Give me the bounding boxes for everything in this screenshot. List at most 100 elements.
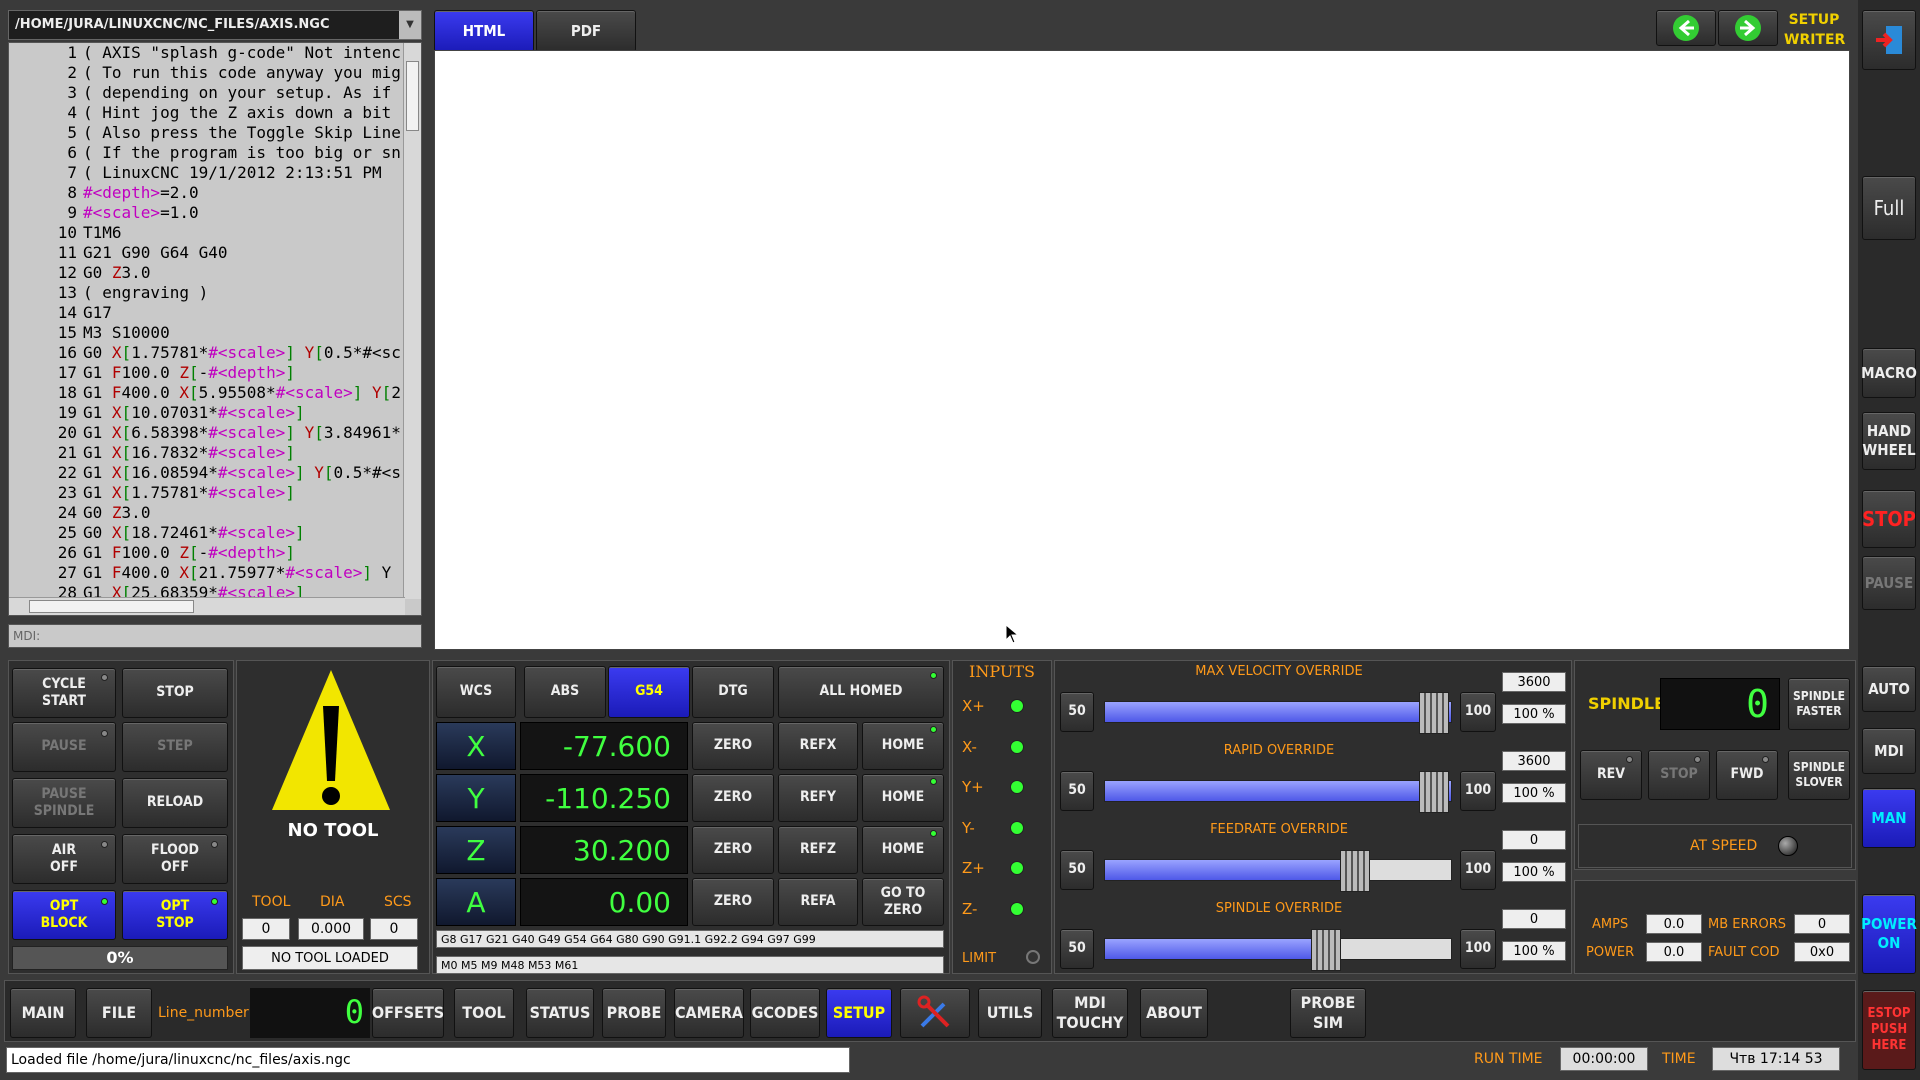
tab-main[interactable]: MAIN	[10, 988, 76, 1038]
stop-button[interactable]: STOP	[122, 668, 228, 718]
spindle-faster-button[interactable]: SPINDLE FASTER	[1788, 678, 1850, 730]
flood-led	[211, 841, 218, 848]
tab-pdf[interactable]: PDF	[536, 10, 636, 52]
macro-button[interactable]: MACRO	[1861, 348, 1917, 398]
override-slider[interactable]	[1104, 850, 1452, 892]
input-label: X+	[962, 697, 985, 715]
override-slider[interactable]	[1104, 929, 1452, 971]
tab-main-label: MAIN	[21, 1003, 65, 1022]
tab-html[interactable]: HTML	[434, 10, 534, 52]
line-number: 16	[57, 343, 77, 362]
tab-gcodes[interactable]: GCODES	[750, 988, 820, 1038]
override-max-button[interactable]: 100	[1460, 850, 1496, 890]
code-line: 8 #<depth>=2.0	[9, 183, 404, 203]
reload-button[interactable]: RELOAD	[122, 778, 228, 828]
override-min-button[interactable]: 50	[1060, 771, 1094, 811]
tab-utils[interactable]: UTILS	[978, 988, 1042, 1038]
axis-a-zero-button[interactable]: ZERO	[692, 878, 774, 926]
slider-handle[interactable]	[1310, 929, 1341, 971]
slider-handle[interactable]	[1419, 692, 1449, 734]
code-text: ( If the program is too big or sn	[83, 143, 401, 162]
mdi-label: MDI:	[13, 629, 41, 643]
power-value: 0.0	[1663, 944, 1685, 960]
override-max-button[interactable]: 100	[1460, 771, 1496, 811]
wcs-button[interactable]: WCS	[436, 666, 516, 718]
line-number: 22	[57, 463, 77, 482]
pause-button[interactable]: PAUSE	[12, 722, 116, 772]
line-number: 21	[57, 443, 77, 462]
opt-block-button[interactable]: OPT BLOCK	[12, 890, 116, 940]
line-number: 6	[67, 143, 77, 162]
slider-handle[interactable]	[1339, 850, 1370, 892]
axis-y-label-text: Y	[467, 781, 485, 815]
override-slider[interactable]	[1104, 771, 1452, 813]
override-min-button[interactable]: 50	[1060, 929, 1094, 969]
html-view[interactable]	[434, 50, 1850, 650]
forward-button[interactable]	[1718, 10, 1778, 46]
axis-y-ref-button[interactable]: REFY	[778, 774, 858, 822]
axis-z-zero-button[interactable]: ZERO	[692, 826, 774, 874]
pause-button-right[interactable]: PAUSE	[1862, 556, 1916, 610]
axis-a-home-button[interactable]: GO TO ZERO	[862, 878, 944, 926]
override-percent: 100 %	[1502, 941, 1566, 961]
man-button[interactable]: MAN	[1862, 788, 1916, 848]
override-min-button[interactable]: 50	[1060, 850, 1094, 890]
abs-button[interactable]: ABS	[524, 666, 606, 718]
tab-mdi-touchy-label: MDI TOUCHY	[1056, 993, 1124, 1032]
override-min-button[interactable]: 50	[1060, 692, 1094, 732]
tab-probe[interactable]: PROBE	[602, 988, 666, 1038]
hand-wheel-button[interactable]: HAND WHEEL	[1862, 412, 1916, 470]
tab-file[interactable]: FILE	[86, 988, 152, 1038]
override-percent: 100 %	[1502, 704, 1566, 724]
chevron-down-icon[interactable]: ▼	[399, 11, 421, 39]
run-time-value: 00:00:00	[1572, 1051, 1636, 1067]
full-button[interactable]: Full	[1862, 176, 1916, 240]
gcode-editor[interactable]: 1 ( AXIS "splash g-code" Not intenc 2 ( To …	[8, 42, 422, 616]
tab-setup[interactable]: SETUP	[826, 988, 892, 1038]
line-number: 28	[57, 583, 77, 597]
estop-button[interactable]: ESTOP PUSH HERE	[1862, 990, 1916, 1070]
line-number: 26	[57, 543, 77, 562]
pause-spindle-button[interactable]: PAUSE SPINDLE	[12, 778, 116, 828]
back-button[interactable]	[1656, 10, 1716, 46]
mdi-input[interactable]: MDI:	[8, 624, 422, 648]
step-button[interactable]: STEP	[122, 722, 228, 772]
stop-button-right[interactable]: STOP	[1862, 490, 1916, 548]
all-homed-button[interactable]: ALL HOMED	[778, 666, 944, 718]
tab-status-label: STATUS	[529, 1003, 591, 1022]
exit-button[interactable]	[1862, 10, 1916, 70]
spindle-stop-led	[1694, 756, 1701, 763]
vertical-scrollbar[interactable]	[403, 43, 421, 599]
tab-tool[interactable]: TOOL	[454, 988, 514, 1038]
slider-handle[interactable]	[1419, 771, 1449, 813]
code-text: G17	[83, 303, 112, 322]
override-max-button[interactable]: 100	[1460, 929, 1496, 969]
spindle-slower-button[interactable]: SPINDLE SLOVER	[1788, 750, 1850, 800]
horizontal-scrollbar[interactable]	[9, 597, 405, 615]
tool-status-value: NO TOOL LOADED	[271, 950, 389, 966]
axis-x-zero-button[interactable]: ZERO	[692, 722, 774, 770]
air-off-button[interactable]: AIR OFF	[12, 834, 116, 884]
tab-about[interactable]: ABOUT	[1140, 988, 1208, 1038]
tools-settings-button[interactable]	[900, 988, 970, 1038]
file-path-label: /HOME/JURA/LINUXCNC/NC_FILES/AXIS.NGC	[15, 17, 330, 32]
file-path-combobox[interactable]: /HOME/JURA/LINUXCNC/NC_FILES/AXIS.NGC ▼	[8, 10, 422, 40]
mdi-mode-button[interactable]: MDI	[1862, 728, 1916, 774]
tab-status[interactable]: STATUS	[526, 988, 594, 1038]
time-field: Чтв 17:14 53	[1712, 1047, 1840, 1071]
g54-button[interactable]: G54	[608, 666, 690, 718]
axis-a-ref-button[interactable]: REFA	[778, 878, 858, 926]
auto-button[interactable]: AUTO	[1862, 666, 1916, 712]
override-slider[interactable]	[1104, 692, 1452, 734]
axis-x-ref-button[interactable]: REFX	[778, 722, 858, 770]
tab-mdi-touchy[interactable]: MDI TOUCHY	[1052, 988, 1128, 1038]
tool-number-value: 0	[261, 921, 271, 937]
tab-offsets[interactable]: OFFSETS	[372, 988, 444, 1038]
power-on-button[interactable]: POWER ON	[1861, 894, 1917, 974]
tab-probe-sim[interactable]: PROBE SIM	[1290, 988, 1366, 1038]
dtg-button[interactable]: DTG	[692, 666, 774, 718]
override-max-button[interactable]: 100	[1460, 692, 1496, 732]
axis-y-zero-button[interactable]: ZERO	[692, 774, 774, 822]
axis-z-ref-button[interactable]: REFZ	[778, 826, 858, 874]
tab-camera[interactable]: CAMERA	[674, 988, 744, 1038]
